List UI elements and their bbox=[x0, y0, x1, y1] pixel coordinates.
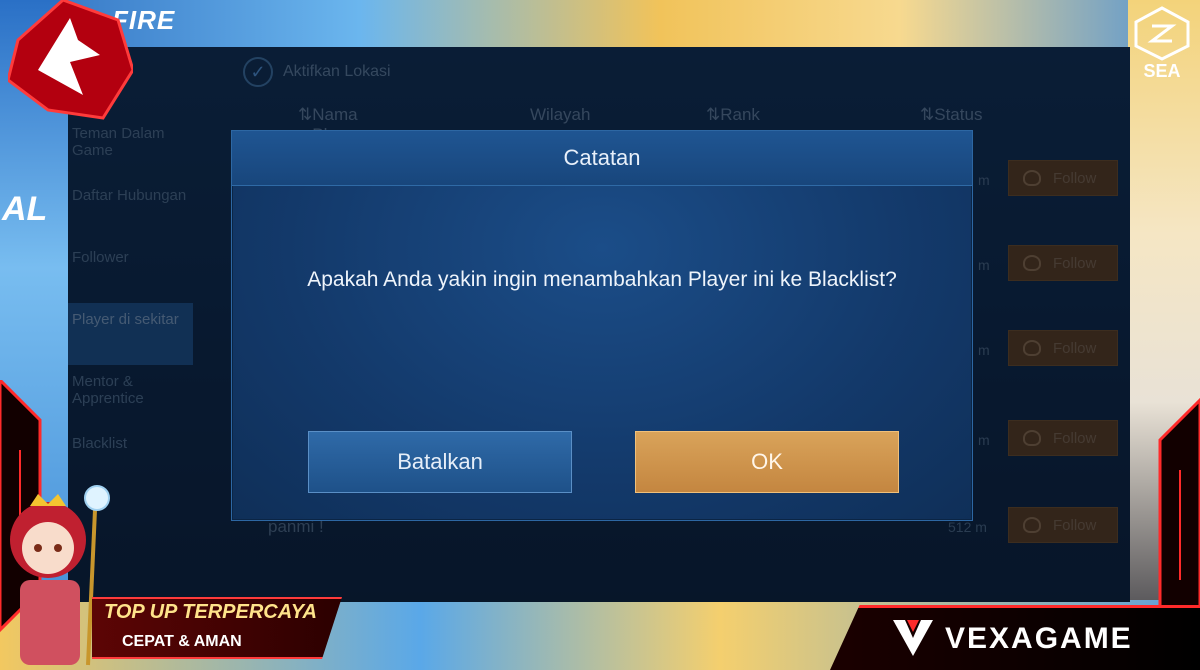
brand-bar: VEXAGAME bbox=[830, 605, 1200, 670]
brand-logo-icon bbox=[893, 620, 933, 656]
dialog-header: Catatan bbox=[232, 131, 972, 186]
dialog-title: Catatan bbox=[563, 145, 641, 170]
promo-banner: TOP UP TERPERCAYA CEPAT & AMAN bbox=[92, 597, 342, 659]
brand-name: VEXAGAME bbox=[945, 622, 1133, 655]
dialog-message: Apakah Anda yakin ingin menambahkan Play… bbox=[307, 268, 897, 291]
streamer-logo-icon bbox=[8, 0, 133, 120]
promo-banner-subtitle: CEPAT & AMAN bbox=[122, 633, 242, 650]
ok-button[interactable]: OK bbox=[635, 431, 899, 493]
cancel-button[interactable]: Batalkan bbox=[308, 431, 572, 493]
overlay-background-top bbox=[0, 0, 1200, 50]
event-title-fragment: AL bbox=[2, 190, 48, 228]
promo-banner-title: TOP UP TERPERCAYA bbox=[104, 601, 317, 623]
region-emblem-icon bbox=[1134, 6, 1190, 61]
region-label: SEA bbox=[1143, 61, 1181, 81]
region-badge: SEA bbox=[1132, 6, 1192, 86]
confirm-dialog: Catatan Apakah Anda yakin ingin menambah… bbox=[231, 130, 973, 521]
